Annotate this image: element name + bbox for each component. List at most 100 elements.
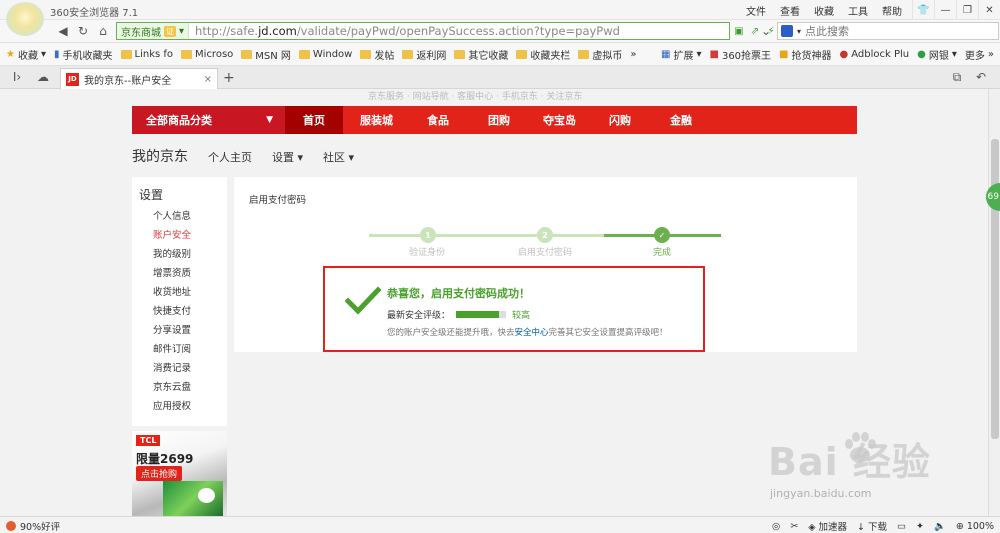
nav-finance[interactable]: 金融 <box>670 106 692 134</box>
bookmark-label: 收藏夹栏 <box>530 50 571 62</box>
nav-home[interactable]: 首页 <box>285 106 343 134</box>
maximize-icon[interactable]: ❐ <box>956 0 978 20</box>
status-rating: 90%好评 <box>20 522 61 533</box>
bookmark-favorites[interactable]: ★ 收藏 ▾ <box>6 47 46 62</box>
link-profile[interactable]: 个人主页 <box>208 149 252 165</box>
url-field[interactable]: 京东商城 证 ▾ http://safe.jd.com/validate/pay… <box>116 22 775 40</box>
bookmark-item[interactable]: 虚拟币 <box>578 47 622 62</box>
extension-item[interactable]: ■ 360抢票王 <box>710 47 772 62</box>
sidebar-item-address[interactable]: 收货地址 <box>153 283 227 302</box>
vertical-scrollbar[interactable] <box>988 89 1000 516</box>
success-message: 恭喜您，启用支付密码成功！ <box>387 287 530 300</box>
bookmark-item[interactable]: Window <box>298 49 352 60</box>
nav-groupbuy[interactable]: 团购 <box>488 106 510 134</box>
bookmark-item[interactable]: ▮ 手机收藏夹 <box>54 47 113 62</box>
all-categories-button[interactable]: 全部商品分类 ▼ <box>132 106 285 134</box>
close-tab-icon[interactable]: × <box>204 74 212 85</box>
settings-sidebar: 设置 个人信息 账户安全 我的级别 增票资质 收货地址 快捷支付 分享设置 邮件… <box>132 177 227 426</box>
accelerator-button[interactable]: ◈ 加速器 <box>808 519 847 533</box>
extension-label: 抢货神器 <box>791 51 832 62</box>
myjd-header: 我的京东 个人主页 设置 ▾ 社区 ▾ <box>132 146 354 166</box>
extensions-button[interactable]: ▦ 扩展 ▾ <box>661 47 701 62</box>
search-input[interactable] <box>805 24 986 38</box>
bookmark-item[interactable]: 收藏夹栏 <box>516 47 570 62</box>
favorite-icon[interactable]: ▣ <box>733 24 745 38</box>
tab-active[interactable]: JD 我的京东--账户安全 × <box>60 68 218 89</box>
sidebar-item-records[interactable]: 消费记录 <box>153 359 227 378</box>
baidu-watermark: Bai 经验 jingyan.baidu.com <box>758 423 958 513</box>
menu-tools[interactable]: 工具 <box>848 3 868 18</box>
more-button[interactable]: 更多» <box>965 47 994 62</box>
url-path: /validate/payPwd/openPaySuccess.action?t… <box>296 24 620 38</box>
refresh-icon[interactable]: ↻ <box>74 23 92 39</box>
bookmark-item[interactable]: Links fo <box>120 49 173 60</box>
undo-close-icon[interactable]: ↶ <box>972 69 990 85</box>
menu-favorites[interactable]: 收藏 <box>814 3 834 18</box>
sidebar-item-level[interactable]: 我的级别 <box>153 245 227 264</box>
minimize-icon[interactable]: — <box>934 0 956 20</box>
bookmark-item[interactable]: MSN 网 <box>241 47 291 62</box>
chevron-down-icon: ▾ <box>348 151 355 164</box>
puzzle-icon[interactable]: ✦ <box>916 521 924 532</box>
tab-list-icon[interactable]: ⧉ <box>948 69 966 85</box>
camera-icon[interactable]: ◎ <box>772 521 780 532</box>
page-viewport: 京东服务 · 网站导航 · 客服中心 · 手机京东 · 关注京东 全部商品分类 ▼… <box>0 89 988 516</box>
nav-food[interactable]: 食品 <box>427 106 449 134</box>
new-tab-icon[interactable]: + <box>223 70 235 86</box>
zoom-control[interactable]: ⊕ 100% <box>956 521 994 532</box>
home-icon[interactable]: ⌂ <box>94 23 112 39</box>
back-icon[interactable]: ◀ <box>54 23 72 39</box>
link-settings[interactable]: 设置 ▾ <box>272 149 303 165</box>
folder-icon <box>360 49 372 59</box>
star-icon: ★ <box>6 48 15 60</box>
tcl-ad-banner[interactable]: TCL 限量2699 点击抢购 <box>132 431 227 516</box>
extension-item[interactable]: ● 网银 ▾ <box>917 47 957 62</box>
screen-icon[interactable]: ▭ <box>897 521 906 532</box>
sidebar-item-cloud[interactable]: 京东云盘 <box>153 378 227 397</box>
nav-treasure[interactable]: 夺宝岛 <box>543 106 576 134</box>
security-center-link[interactable]: 安全中心 <box>515 328 549 338</box>
extension-item[interactable]: ● Adblock Plu <box>840 47 910 62</box>
address-bar: ◀ ↻ ⌂ 京东商城 证 ▾ http://safe.jd.com/valida… <box>0 20 1000 43</box>
bookmark-item[interactable]: 其它收藏 <box>454 47 508 62</box>
folder-icon <box>454 49 466 59</box>
search-engine-icon[interactable] <box>781 25 793 37</box>
nav-flash[interactable]: 闪购 <box>609 106 631 134</box>
folder-icon <box>298 49 310 59</box>
chevron-down-icon[interactable]: ⌄ <box>757 23 775 39</box>
status-left[interactable]: 90%好评 <box>6 519 60 533</box>
tip-text-end: 完善其它安全设置提高评级吧！ <box>548 328 668 338</box>
close-icon[interactable]: ✕ <box>978 0 1000 20</box>
cloud-icon[interactable]: ☁ <box>34 69 52 85</box>
menu-file[interactable]: 文件 <box>746 3 766 18</box>
speaker-icon[interactable]: 🔈 <box>934 521 946 532</box>
sidebar-item-quickpay[interactable]: 快捷支付 <box>153 302 227 321</box>
menu-view[interactable]: 查看 <box>780 3 800 18</box>
step-1-dot: 1 <box>420 227 436 243</box>
nav-clothing[interactable]: 服装城 <box>360 106 393 134</box>
site-identity[interactable]: 京东商城 证 ▾ <box>117 23 190 39</box>
page-title[interactable]: 我的京东 <box>132 146 188 166</box>
sidebar-toggle-icon[interactable]: I› <box>8 69 26 85</box>
extension-label: 网银 <box>928 51 949 62</box>
link-community[interactable]: 社区 ▾ <box>323 149 354 165</box>
watermark-url: jingyan.baidu.com <box>770 487 872 500</box>
sidebar-item-security[interactable]: 账户安全 <box>153 226 227 245</box>
sidebar-item-email[interactable]: 邮件订阅 <box>153 340 227 359</box>
bookmark-item[interactable]: 返利网 <box>402 47 446 62</box>
sidebar-item-profile[interactable]: 个人信息 <box>153 207 227 226</box>
menu-help[interactable]: 帮助 <box>882 3 902 18</box>
bookmarks-overflow[interactable]: » <box>630 49 636 60</box>
sidebar-heading: 设置 <box>139 188 164 202</box>
extension-item[interactable]: ■ 抢货神器 <box>779 47 831 62</box>
sidebar-item-share[interactable]: 分享设置 <box>153 321 227 340</box>
download-button[interactable]: ↓ 下载 <box>857 519 887 533</box>
bookmark-item[interactable]: Microso <box>181 49 233 60</box>
sidebar-item-invoice[interactable]: 增票资质 <box>153 264 227 283</box>
skin-icon[interactable]: 👕 <box>912 0 934 20</box>
scissors-icon[interactable]: ✂ <box>790 521 798 532</box>
folder-icon <box>516 49 528 59</box>
chevron-down-icon[interactable]: ▾ <box>797 27 801 36</box>
sidebar-item-auth[interactable]: 应用授权 <box>153 397 227 416</box>
bookmark-item[interactable]: 发帖 <box>360 47 394 62</box>
